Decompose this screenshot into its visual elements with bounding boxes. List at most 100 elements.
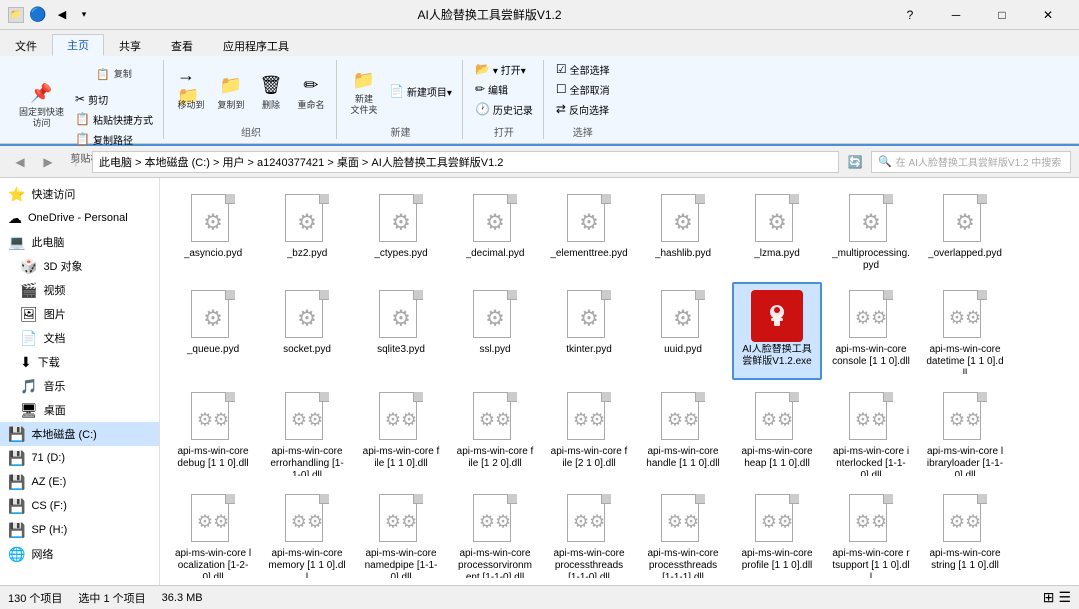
search-box[interactable]: 🔍 在 AI人脸替换工具尝鲜版V1.2 中搜索 bbox=[871, 151, 1071, 173]
close-button[interactable]: ✕ bbox=[1025, 0, 1071, 30]
sidebar-item-quick-access[interactable]: ⭐ 快速访问 bbox=[0, 182, 159, 206]
sidebar-item-documents[interactable]: 📄 文档 bbox=[0, 326, 159, 350]
rename-button[interactable]: ✏ 重命名 bbox=[292, 62, 330, 120]
selectnone-button[interactable]: ☐ 全部取消 bbox=[552, 80, 614, 98]
file-item[interactable]: ⚙⚙ api-ms-win-core profile [1 1 0].dll bbox=[732, 486, 822, 584]
file-item[interactable]: ⚙⚙ api-ms-win-core debug [1 1 0].dll bbox=[168, 384, 258, 482]
file-item[interactable]: ⚙⚙ api-ms-win-core processthreads [1-1-1… bbox=[638, 486, 728, 584]
view-grid-button[interactable]: ⊞ bbox=[1043, 589, 1055, 606]
copyto-button[interactable]: 📁 复制到 bbox=[212, 62, 250, 120]
cut-label: 剪切 bbox=[88, 92, 108, 107]
file-icon-wrapper: ⚙ bbox=[843, 192, 899, 248]
sidebar-item-drive-g[interactable]: 💾 SP (H:) bbox=[0, 518, 159, 542]
sidebar-item-label: 视频 bbox=[43, 282, 65, 298]
sidebar-item-drive-d[interactable]: 💾 71 (D:) bbox=[0, 446, 159, 470]
file-item[interactable]: ⚙ _asyncio.pyd bbox=[168, 186, 258, 278]
dll-icon: ⚙⚙ bbox=[377, 494, 425, 546]
move-button[interactable]: →📁 移动到 bbox=[172, 62, 210, 120]
pin-button[interactable]: 📌 固定到快速访问 bbox=[14, 75, 69, 133]
invertsel-button[interactable]: ⇄ 反向选择 bbox=[552, 100, 613, 118]
selectall-button[interactable]: ☑ 全部选择 bbox=[552, 60, 614, 78]
file-item[interactable]: ⚙⚙ api-ms-win-core datetime [1 1 0].dll bbox=[920, 282, 1010, 380]
view-list-button[interactable]: ☰ bbox=[1058, 589, 1071, 606]
desktop-icon: 🖥 bbox=[20, 402, 38, 419]
file-item[interactable]: ⚙ _decimal.pyd bbox=[450, 186, 540, 278]
file-area[interactable]: ⚙ _asyncio.pyd ⚙ _bz2.pyd ⚙ _ctypes.pyd … bbox=[160, 178, 1079, 585]
sidebar-item-onedrive[interactable]: ☁ OneDrive - Personal bbox=[0, 206, 159, 230]
file-item[interactable]: ⚙ tkinter.pyd bbox=[544, 282, 634, 380]
copy-button[interactable]: 📋 复制 bbox=[71, 60, 157, 88]
file-item[interactable]: ⚙⚙ api-ms-win-core interlocked [1-1-0].d… bbox=[826, 384, 916, 482]
file-item[interactable]: ⚙⚙ api-ms-win-core rtsupport [1 1 0].dll bbox=[826, 486, 916, 584]
file-item[interactable]: ⚙ _multiprocessing.pyd bbox=[826, 186, 916, 278]
file-item[interactable]: ⚙⚙ api-ms-win-core memory [1 1 0].dll bbox=[262, 486, 352, 584]
file-icon-wrapper: ⚙⚙ bbox=[279, 492, 335, 548]
file-item[interactable]: ⚙ _ctypes.pyd bbox=[356, 186, 446, 278]
file-item[interactable]: ⚙⚙ api-ms-win-core file [1 2 0].dll bbox=[450, 384, 540, 482]
history-button[interactable]: 🕐 历史记录 bbox=[471, 100, 537, 118]
tab-share[interactable]: 共享 bbox=[104, 34, 156, 56]
file-item[interactable]: ⚙ _bz2.pyd bbox=[262, 186, 352, 278]
tab-home[interactable]: 主页 bbox=[52, 34, 104, 56]
sidebar-item-3d[interactable]: 🎲 3D 对象 bbox=[0, 254, 159, 278]
sidebar-item-label: 桌面 bbox=[44, 402, 66, 418]
tab-view[interactable]: 查看 bbox=[156, 34, 208, 56]
sidebar-item-this-pc[interactable]: 💻 此电脑 bbox=[0, 230, 159, 254]
sidebar-item-desktop[interactable]: 🖥 桌面 bbox=[0, 398, 159, 422]
copypath-button[interactable]: 📋 复制路径 bbox=[71, 130, 157, 148]
sidebar-item-video[interactable]: 🎬 视频 bbox=[0, 278, 159, 302]
file-item[interactable]: ⚙⚙ api-ms-win-core console [1 1 0].dll bbox=[826, 282, 916, 380]
sidebar-item-network[interactable]: 🌐 网络 bbox=[0, 542, 159, 566]
maximize-button[interactable]: □ bbox=[979, 0, 1025, 30]
newfolder-button[interactable]: 📁 新建文件夹 bbox=[345, 62, 383, 120]
file-item[interactable]: ⚙⚙ api-ms-win-core localization [1-2-0].… bbox=[168, 486, 258, 584]
nav-up-button[interactable]: ↑ bbox=[64, 150, 88, 174]
title-dropdown-icon[interactable]: ▾ bbox=[76, 7, 92, 23]
edit-button[interactable]: ✏ 编辑 bbox=[471, 80, 512, 98]
cut-button[interactable]: ✂ 剪切 bbox=[71, 90, 157, 108]
refresh-button[interactable]: 🔄 bbox=[843, 150, 867, 174]
paste-shortcut-button[interactable]: 📋 粘贴快捷方式 bbox=[71, 110, 157, 128]
file-item[interactable]: ⚙ _lzma.pyd bbox=[732, 186, 822, 278]
file-item[interactable]: ⚙ _hashlib.pyd bbox=[638, 186, 728, 278]
address-path[interactable]: 此电脑 > 本地磁盘 (C:) > 用户 > a1240377421 > 桌面 … bbox=[92, 151, 839, 173]
file-item[interactable]: AI人脸替换工具尝鲜版V1.2.exe bbox=[732, 282, 822, 380]
file-item[interactable]: ⚙ ssl.pyd bbox=[450, 282, 540, 380]
file-item[interactable]: ⚙ socket.pyd bbox=[262, 282, 352, 380]
sidebar-item-drive-e[interactable]: 💾 AZ (E:) bbox=[0, 470, 159, 494]
minimize-button[interactable]: ─ bbox=[933, 0, 979, 30]
file-item[interactable]: ⚙⚙ api-ms-win-core processorvironment [1… bbox=[450, 486, 540, 584]
this-pc-icon: 💻 bbox=[8, 234, 25, 251]
file-item[interactable]: ⚙⚙ api-ms-win-core libraryloader [1-1-0]… bbox=[920, 384, 1010, 482]
nav-forward-button[interactable]: ▶ bbox=[36, 150, 60, 174]
file-item[interactable]: ⚙ uuid.pyd bbox=[638, 282, 728, 380]
file-item[interactable]: ⚙⚙ api-ms-win-core file [2 1 0].dll bbox=[544, 384, 634, 482]
file-item[interactable]: ⚙⚙ api-ms-win-core errorhandling [1-1-0]… bbox=[262, 384, 352, 482]
file-item[interactable]: ⚙⚙ api-ms-win-core processthreads [1-1-0… bbox=[544, 486, 634, 584]
file-name: api-ms-win-core processorvironment [1-1-… bbox=[456, 548, 534, 578]
help-button[interactable]: ? bbox=[887, 0, 933, 30]
sidebar-item-music[interactable]: 🎵 音乐 bbox=[0, 374, 159, 398]
file-item[interactable]: ⚙ _overlapped.pyd bbox=[920, 186, 1010, 278]
nav-back-button[interactable]: ◀ bbox=[8, 150, 32, 174]
delete-button[interactable]: 🗑 删除 bbox=[252, 62, 290, 120]
tab-apptools[interactable]: 应用程序工具 bbox=[208, 34, 304, 56]
file-item[interactable]: ⚙⚙ api-ms-win-core namedpipe [1-1-0].dll bbox=[356, 486, 446, 584]
title-back-icon[interactable]: ◀ bbox=[52, 7, 72, 23]
open-button[interactable]: 📂 ▾ 打开▾ bbox=[471, 60, 530, 78]
file-item[interactable]: ⚙ _queue.pyd bbox=[168, 282, 258, 380]
sidebar-item-drive-f[interactable]: 💾 CS (F:) bbox=[0, 494, 159, 518]
file-item[interactable]: ⚙⚙ api-ms-win-core file [1 1 0].dll bbox=[356, 384, 446, 482]
file-item[interactable]: ⚙ _elementtree.pyd bbox=[544, 186, 634, 278]
file-item[interactable]: ⚙⚙ api-ms-win-core handle [1 1 0].dll bbox=[638, 384, 728, 482]
file-item[interactable]: ⚙⚙ api-ms-win-core string [1 1 0].dll bbox=[920, 486, 1010, 584]
newitem-button[interactable]: 📄 新建项目▾ bbox=[385, 82, 456, 100]
sidebar-item-local-c[interactable]: 💾 本地磁盘 (C:) bbox=[0, 422, 159, 446]
tab-file[interactable]: 文件 bbox=[0, 34, 52, 56]
file-item[interactable]: ⚙ sqlite3.pyd bbox=[356, 282, 446, 380]
quick-access-icon[interactable]: 🔵 bbox=[28, 7, 48, 23]
file-item[interactable]: ⚙⚙ api-ms-win-core heap [1 1 0].dll bbox=[732, 384, 822, 482]
sidebar-item-downloads[interactable]: ⬇ 下载 bbox=[0, 350, 159, 374]
file-icon-wrapper: ⚙ bbox=[655, 288, 711, 344]
sidebar-item-pictures[interactable]: 🖼 图片 bbox=[0, 302, 159, 326]
